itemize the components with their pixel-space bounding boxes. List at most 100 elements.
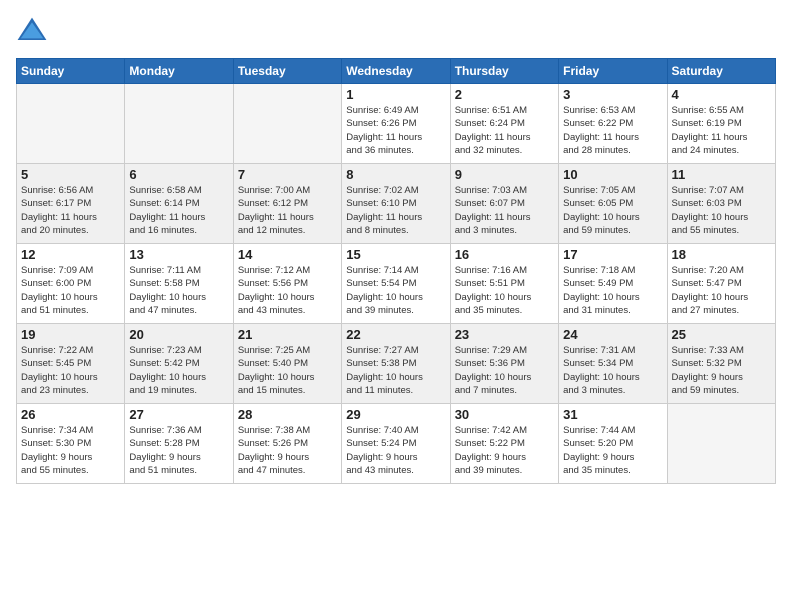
day-info: Sunrise: 7:20 AM Sunset: 5:47 PM Dayligh…: [672, 264, 771, 317]
day-number: 29: [346, 407, 445, 422]
day-number: 3: [563, 87, 662, 102]
day-cell: [17, 84, 125, 164]
day-number: 27: [129, 407, 228, 422]
logo: [16, 16, 52, 48]
day-cell: 9Sunrise: 7:03 AM Sunset: 6:07 PM Daylig…: [450, 164, 558, 244]
header: [16, 16, 776, 48]
day-header-friday: Friday: [559, 59, 667, 84]
day-info: Sunrise: 7:44 AM Sunset: 5:20 PM Dayligh…: [563, 424, 662, 477]
day-number: 18: [672, 247, 771, 262]
week-row: 12 Sunrise: 7:09 AM Sunset: 6:00 PM Dayli…: [17, 244, 776, 324]
day-cell: 31 Sunrise: 7:44 AM Sunset: 5:20 PM Dayli…: [559, 404, 667, 484]
day-cell: 4 Sunrise: 6:55 AM Sunset: 6:19 PM Daylig…: [667, 84, 775, 164]
day-cell: 2 Sunrise: 6:51 AM Sunset: 6:24 PM Daylig…: [450, 84, 558, 164]
day-number: 5: [21, 167, 120, 182]
day-cell: 11 Sunrise: 7:07 AM Sunset: 6:03 PM Dayli…: [667, 164, 775, 244]
day-info: Sunrise: 7:09 AM Sunset: 6:00 PM Dayligh…: [21, 264, 120, 317]
day-cell: 6 Sunrise: 6:58 AM Sunset: 6:14 PM Daylig…: [125, 164, 233, 244]
day-number: 23: [455, 327, 554, 342]
day-cell: [233, 84, 341, 164]
day-header-saturday: Saturday: [667, 59, 775, 84]
week-row: 19 Sunrise: 7:22 AM Sunset: 5:45 PM Dayli…: [17, 324, 776, 404]
day-number: 24: [563, 327, 662, 342]
day-cell: 12 Sunrise: 7:09 AM Sunset: 6:00 PM Dayli…: [17, 244, 125, 324]
week-row: 26 Sunrise: 7:34 AM Sunset: 5:30 PM Dayli…: [17, 404, 776, 484]
day-info: Sunrise: 6:53 AM Sunset: 6:22 PM Dayligh…: [563, 104, 662, 157]
day-cell: 7 Sunrise: 7:00 AM Sunset: 6:12 PM Daylig…: [233, 164, 341, 244]
day-header-sunday: Sunday: [17, 59, 125, 84]
day-cell: 5 Sunrise: 6:56 AM Sunset: 6:17 PM Daylig…: [17, 164, 125, 244]
day-cell: 25 Sunrise: 7:33 AM Sunset: 5:32 PM Dayli…: [667, 324, 775, 404]
day-number: 17: [563, 247, 662, 262]
day-number: 12: [21, 247, 120, 262]
day-info: Sunrise: 7:00 AM Sunset: 6:12 PM Dayligh…: [238, 184, 337, 237]
day-number: 26: [21, 407, 120, 422]
day-info: Sunrise: 7:33 AM Sunset: 5:32 PM Dayligh…: [672, 344, 771, 397]
day-number: 7: [238, 167, 337, 182]
day-cell: 30Sunrise: 7:42 AM Sunset: 5:22 PM Dayli…: [450, 404, 558, 484]
day-number: 10: [563, 167, 662, 182]
day-info: Sunrise: 7:02 AM Sunset: 6:10 PM Dayligh…: [346, 184, 445, 237]
day-info: Sunrise: 6:55 AM Sunset: 6:19 PM Dayligh…: [672, 104, 771, 157]
day-cell: 23 Sunrise: 7:29 AM Sunset: 5:36 PM Dayli…: [450, 324, 558, 404]
day-cell: 15Sunrise: 7:14 AM Sunset: 5:54 PM Dayli…: [342, 244, 450, 324]
day-info: Sunrise: 6:51 AM Sunset: 6:24 PM Dayligh…: [455, 104, 554, 157]
day-cell: 14 Sunrise: 7:12 AM Sunset: 5:56 PM Dayli…: [233, 244, 341, 324]
page: SundayMondayTuesdayWednesdayThursdayFrid…: [0, 0, 792, 612]
header-row: SundayMondayTuesdayWednesdayThursdayFrid…: [17, 59, 776, 84]
day-cell: 8 Sunrise: 7:02 AM Sunset: 6:10 PM Daylig…: [342, 164, 450, 244]
day-number: 19: [21, 327, 120, 342]
day-info: Sunrise: 7:22 AM Sunset: 5:45 PM Dayligh…: [21, 344, 120, 397]
day-info: Sunrise: 7:29 AM Sunset: 5:36 PM Dayligh…: [455, 344, 554, 397]
day-cell: 1Sunrise: 6:49 AM Sunset: 6:26 PM Daylig…: [342, 84, 450, 164]
day-cell: 13 Sunrise: 7:11 AM Sunset: 5:58 PM Dayli…: [125, 244, 233, 324]
week-row: 1Sunrise: 6:49 AM Sunset: 6:26 PM Daylig…: [17, 84, 776, 164]
day-info: Sunrise: 7:07 AM Sunset: 6:03 PM Dayligh…: [672, 184, 771, 237]
day-info: Sunrise: 7:40 AM Sunset: 5:24 PM Dayligh…: [346, 424, 445, 477]
day-info: Sunrise: 7:27 AM Sunset: 5:38 PM Dayligh…: [346, 344, 445, 397]
day-number: 25: [672, 327, 771, 342]
day-number: 11: [672, 167, 771, 182]
day-number: 2: [455, 87, 554, 102]
day-cell: 28Sunrise: 7:38 AM Sunset: 5:26 PM Dayli…: [233, 404, 341, 484]
day-cell: 10Sunrise: 7:05 AM Sunset: 6:05 PM Dayli…: [559, 164, 667, 244]
day-info: Sunrise: 7:18 AM Sunset: 5:49 PM Dayligh…: [563, 264, 662, 317]
day-cell: 22 Sunrise: 7:27 AM Sunset: 5:38 PM Dayli…: [342, 324, 450, 404]
day-header-tuesday: Tuesday: [233, 59, 341, 84]
day-number: 16: [455, 247, 554, 262]
day-cell: 3 Sunrise: 6:53 AM Sunset: 6:22 PM Daylig…: [559, 84, 667, 164]
day-info: Sunrise: 7:25 AM Sunset: 5:40 PM Dayligh…: [238, 344, 337, 397]
calendar: SundayMondayTuesdayWednesdayThursdayFrid…: [16, 58, 776, 484]
day-number: 14: [238, 247, 337, 262]
day-number: 4: [672, 87, 771, 102]
day-info: Sunrise: 7:11 AM Sunset: 5:58 PM Dayligh…: [129, 264, 228, 317]
day-info: Sunrise: 7:12 AM Sunset: 5:56 PM Dayligh…: [238, 264, 337, 317]
day-info: Sunrise: 6:58 AM Sunset: 6:14 PM Dayligh…: [129, 184, 228, 237]
day-cell: 24 Sunrise: 7:31 AM Sunset: 5:34 PM Dayli…: [559, 324, 667, 404]
week-row: 5 Sunrise: 6:56 AM Sunset: 6:17 PM Daylig…: [17, 164, 776, 244]
day-number: 21: [238, 327, 337, 342]
day-number: 13: [129, 247, 228, 262]
day-cell: [667, 404, 775, 484]
day-number: 6: [129, 167, 228, 182]
day-cell: 18 Sunrise: 7:20 AM Sunset: 5:47 PM Dayli…: [667, 244, 775, 324]
day-cell: 16 Sunrise: 7:16 AM Sunset: 5:51 PM Dayli…: [450, 244, 558, 324]
day-header-wednesday: Wednesday: [342, 59, 450, 84]
day-cell: 26 Sunrise: 7:34 AM Sunset: 5:30 PM Dayli…: [17, 404, 125, 484]
day-info: Sunrise: 7:14 AM Sunset: 5:54 PM Dayligh…: [346, 264, 445, 317]
day-info: Sunrise: 7:34 AM Sunset: 5:30 PM Dayligh…: [21, 424, 120, 477]
day-info: Sunrise: 7:31 AM Sunset: 5:34 PM Dayligh…: [563, 344, 662, 397]
day-cell: 27Sunrise: 7:36 AM Sunset: 5:28 PM Dayli…: [125, 404, 233, 484]
day-number: 22: [346, 327, 445, 342]
day-cell: 17 Sunrise: 7:18 AM Sunset: 5:49 PM Dayli…: [559, 244, 667, 324]
day-cell: 20Sunrise: 7:23 AM Sunset: 5:42 PM Dayli…: [125, 324, 233, 404]
day-cell: 19 Sunrise: 7:22 AM Sunset: 5:45 PM Dayli…: [17, 324, 125, 404]
day-number: 31: [563, 407, 662, 422]
day-info: Sunrise: 6:56 AM Sunset: 6:17 PM Dayligh…: [21, 184, 120, 237]
day-number: 9: [455, 167, 554, 182]
logo-icon: [16, 16, 48, 48]
day-info: Sunrise: 6:49 AM Sunset: 6:26 PM Dayligh…: [346, 104, 445, 157]
day-info: Sunrise: 7:16 AM Sunset: 5:51 PM Dayligh…: [455, 264, 554, 317]
day-number: 8: [346, 167, 445, 182]
day-cell: [125, 84, 233, 164]
